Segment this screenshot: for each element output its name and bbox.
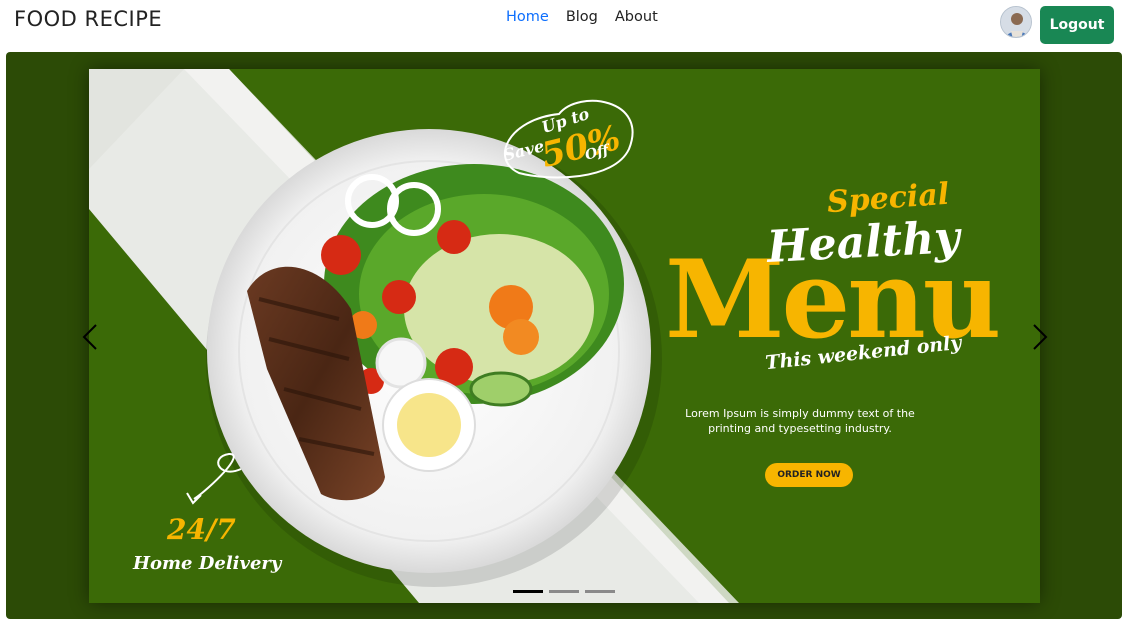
nav-links: Home Blog About — [506, 9, 658, 25]
delivery-hours-text: 24/7 — [167, 513, 236, 546]
slide-healthy-text: Healthy — [765, 211, 961, 274]
slide-body-text: Lorem Ipsum is simply dummy text of the … — [685, 407, 915, 435]
hero-carousel: Up to Save 50% Off Special Menu Healthy … — [6, 52, 1122, 619]
logout-button[interactable]: Logout — [1040, 6, 1114, 44]
carousel-slide-healthy-menu[interactable]: Up to Save 50% Off Special Menu Healthy … — [89, 69, 1040, 603]
nav-about-link[interactable]: About — [615, 9, 658, 25]
nav-home-link[interactable]: Home — [506, 9, 549, 25]
carousel-prev-button[interactable] — [76, 322, 106, 352]
chevron-left-icon — [82, 324, 97, 350]
carousel-indicators — [513, 590, 615, 593]
brand-logo[interactable]: FOOD RECIPE — [14, 7, 162, 31]
carousel-indicator-3[interactable] — [585, 590, 615, 593]
chevron-right-icon — [1033, 324, 1048, 350]
user-avatar[interactable] — [1000, 6, 1032, 38]
carousel-next-button[interactable] — [1024, 322, 1054, 352]
order-now-button[interactable]: ORDER NOW — [765, 463, 853, 487]
nav-blog-link[interactable]: Blog — [566, 9, 598, 25]
navbar: FOOD RECIPE Home Blog About Logout — [0, 0, 1138, 48]
carousel-indicator-1[interactable] — [513, 590, 543, 593]
home-delivery-text: Home Delivery — [133, 553, 282, 574]
carousel-indicator-2[interactable] — [549, 590, 579, 593]
